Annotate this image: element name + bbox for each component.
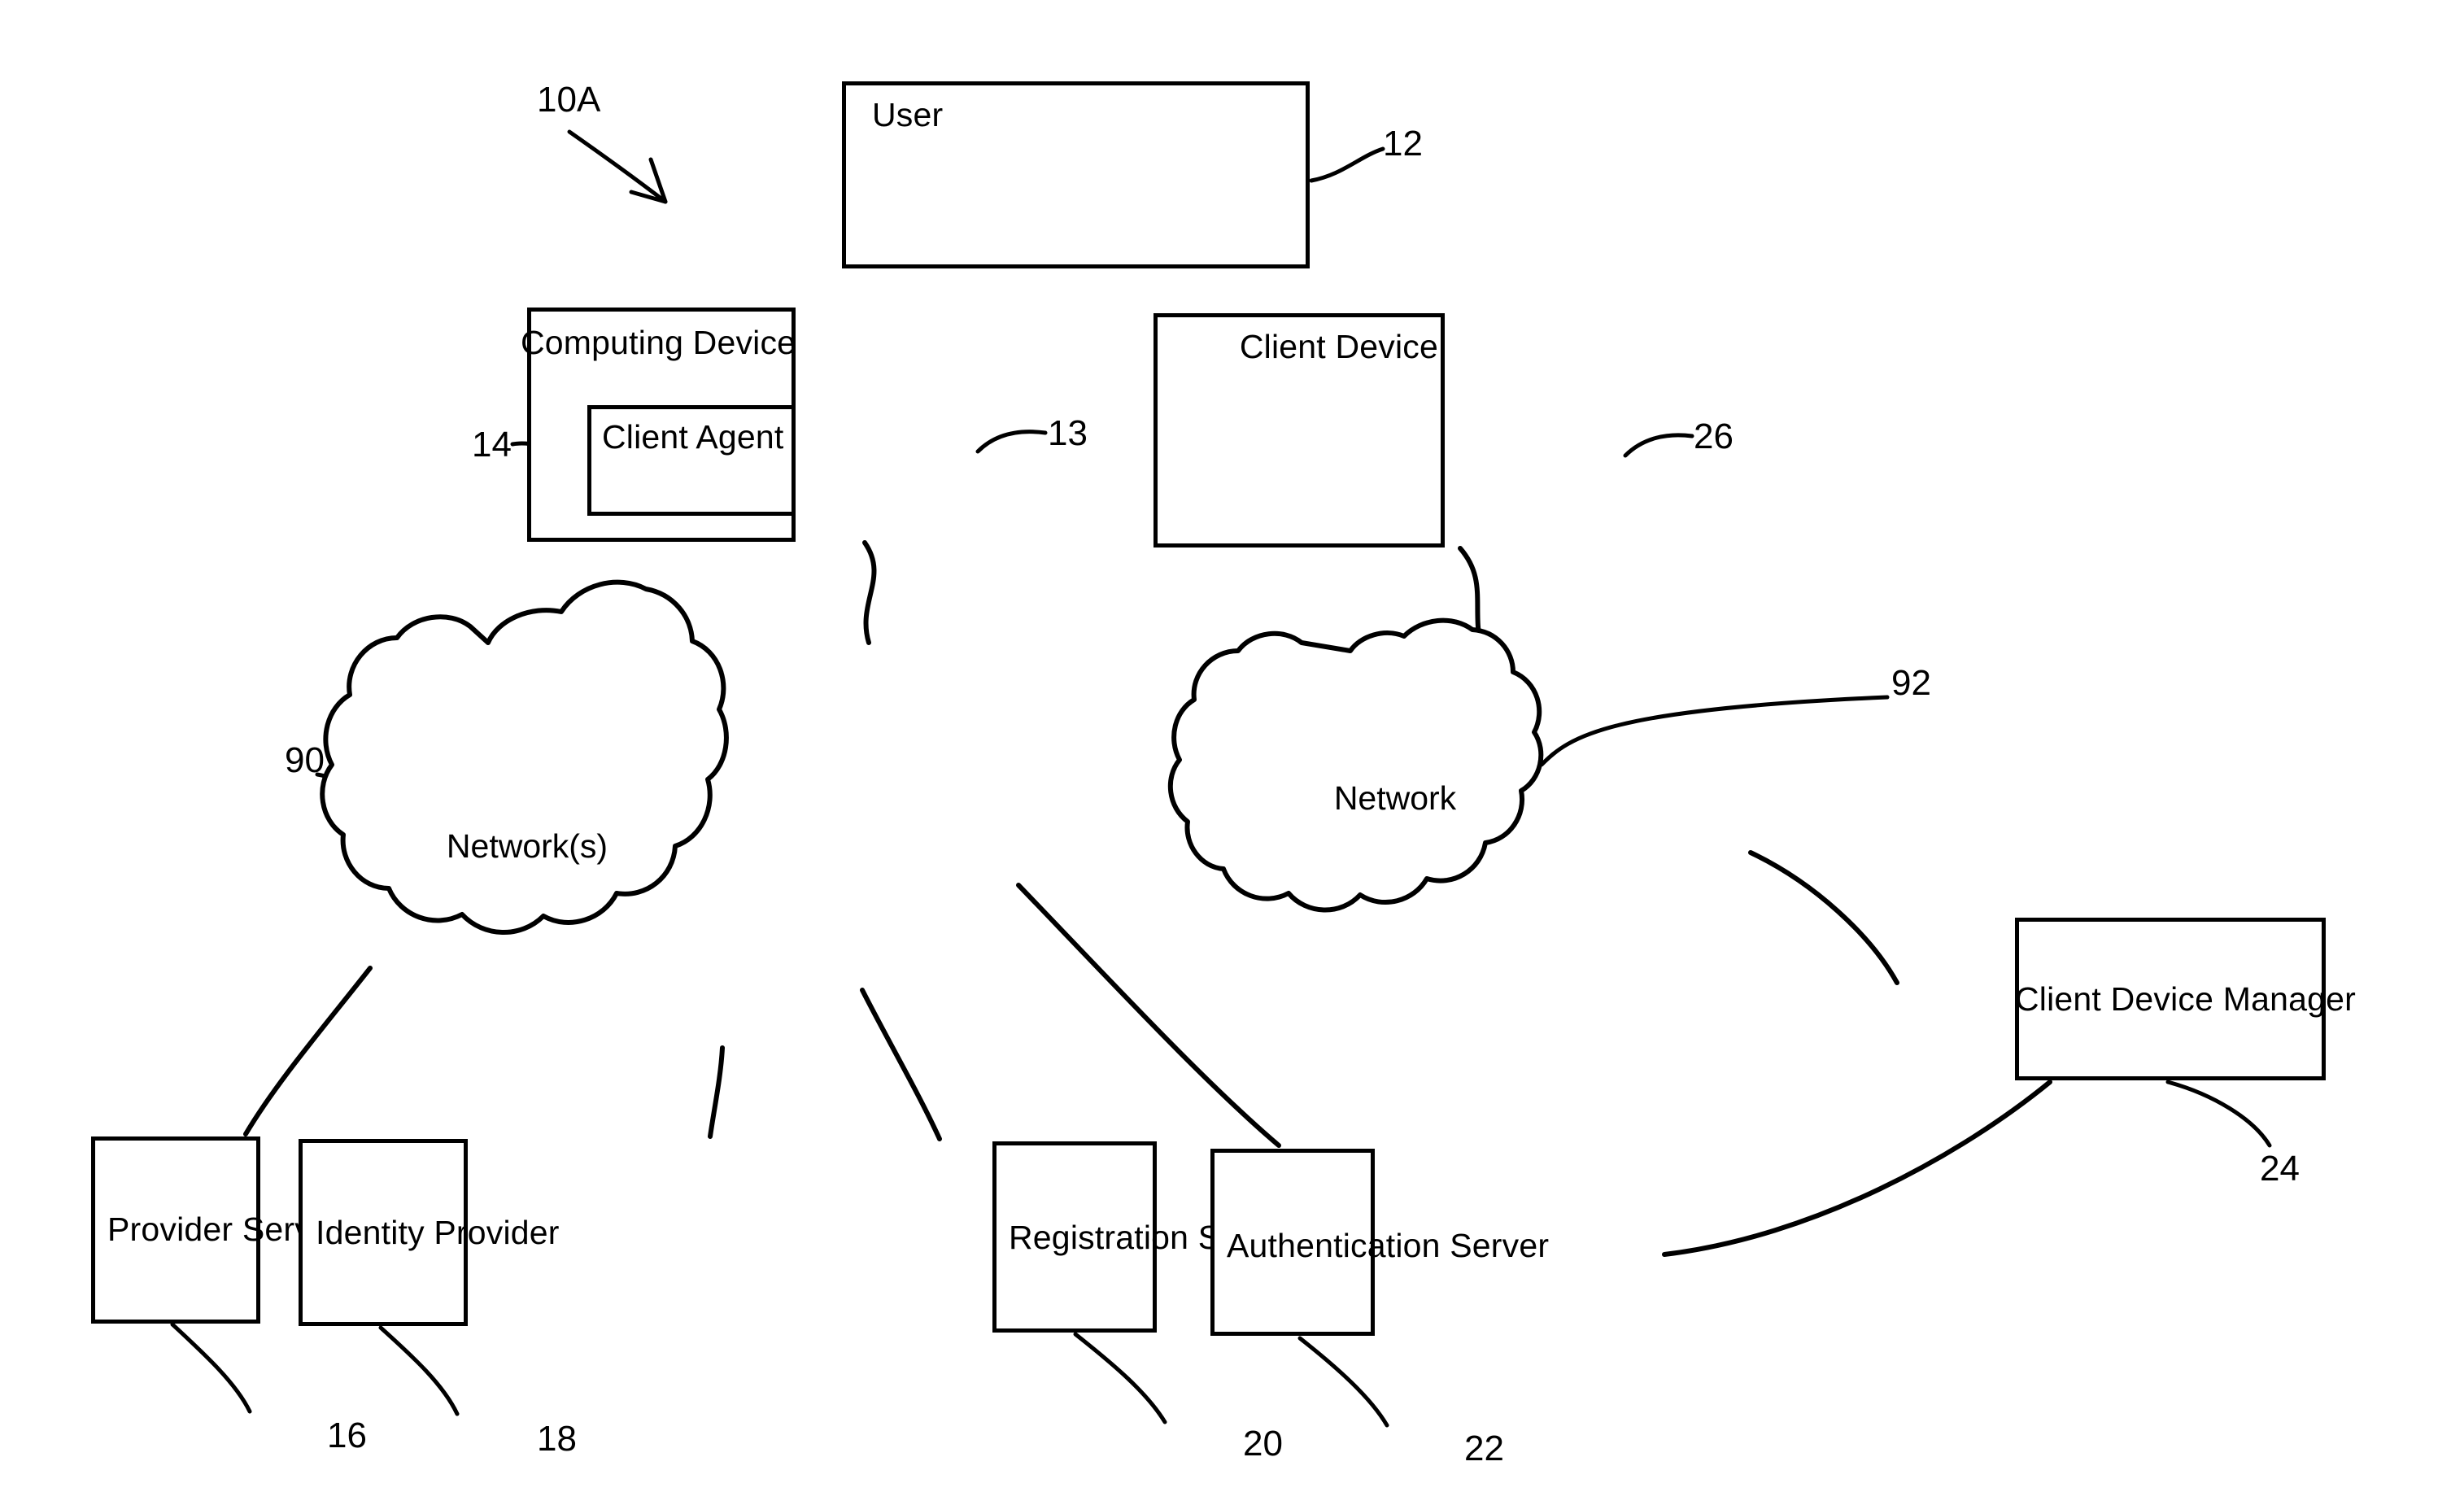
leader-26 — [1623, 433, 1694, 458]
leader-22 — [1297, 1336, 1389, 1428]
leader-20 — [1073, 1332, 1167, 1424]
ref-12: 12 — [1383, 124, 1423, 164]
leader-16 — [170, 1322, 252, 1414]
leader-13 — [975, 430, 1048, 454]
networks-cloud-shape — [320, 579, 729, 935]
ref-20: 20 — [1243, 1424, 1283, 1464]
link-networks-to-registration-server — [860, 988, 942, 1141]
figure-tag-arrow — [567, 129, 668, 204]
ref-90: 90 — [285, 740, 325, 780]
node-computing-device-label: Computing Device — [521, 324, 796, 361]
ref-14: 14 — [472, 425, 512, 465]
link-client-device-manager-to-authentication-server — [1662, 1080, 2052, 1257]
network-cloud-shape — [1167, 617, 1544, 913]
link-networks-to-provider-server — [243, 966, 373, 1136]
network-cloud-label: Network — [1333, 779, 1457, 817]
link-computing-device-to-networks — [862, 540, 877, 645]
link-networks-to-identity-provider — [708, 1045, 725, 1139]
leader-18 — [378, 1325, 460, 1416]
node-user-label: User — [872, 96, 944, 133]
node-client-device-label: Client Device — [1239, 328, 1438, 365]
ref-16: 16 — [327, 1416, 367, 1455]
node-identity-provider-label: Identity Provider — [316, 1214, 560, 1251]
ref-18: 18 — [537, 1419, 577, 1459]
ref-13: 13 — [1048, 413, 1088, 453]
leader-92 — [1539, 695, 1890, 767]
link-network-to-client-device-manager — [1748, 850, 1899, 985]
patent-figure: 10A User 12 Computing Device 13 Client A… — [0, 0, 2464, 1492]
node-client-agent-label: Client Agent — [602, 418, 784, 456]
ref-24: 24 — [2260, 1149, 2300, 1189]
node-authentication-server-label: Authentication Server — [1227, 1227, 1550, 1264]
networks-cloud-label: Network(s) — [446, 827, 608, 865]
link-networks-to-authentication-server — [1016, 883, 1281, 1148]
ref-92: 92 — [1891, 663, 1931, 703]
leader-24 — [2165, 1080, 2272, 1148]
ref-26: 26 — [1694, 417, 1734, 456]
figure-tag: 10A — [537, 80, 601, 120]
node-client-device-manager-label: Client Device Manager — [2015, 980, 2356, 1018]
ref-22: 22 — [1464, 1429, 1504, 1468]
leader-12 — [1309, 146, 1385, 183]
